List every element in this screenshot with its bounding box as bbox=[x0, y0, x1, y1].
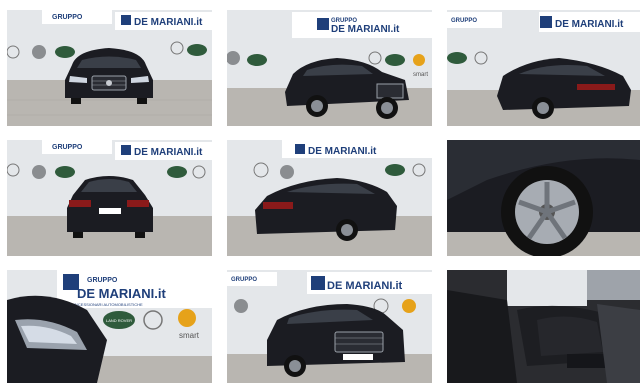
dealer-sign-line1: GRUPPO bbox=[87, 277, 118, 284]
volvo-logo bbox=[234, 299, 248, 313]
headlight-detail-photo: GRUPPO DE MARIANI.it CONCESSIONARI AUTOM… bbox=[7, 270, 212, 383]
volvo-logo bbox=[32, 45, 46, 59]
land-rover-logo bbox=[447, 52, 467, 64]
car-rear-three-quarter-photo: GRUPPO DE MARIANI.it bbox=[447, 10, 640, 126]
dealer-tagline: CONCESSIONARI AUTOMOBILISTICHE bbox=[69, 302, 143, 307]
dealer-sign-line2: DE MARIANI.it bbox=[308, 146, 377, 157]
photo-thumbnail-rear-seats-interior[interactable] bbox=[447, 270, 640, 383]
smart-logo bbox=[402, 299, 416, 313]
car-front-low-photo: GRUPPO DE MARIANI.it bbox=[227, 270, 432, 383]
dealer-sign-line2: DE MARIANI.it bbox=[327, 280, 403, 292]
dealer-sign-line2: DE MARIANI.it bbox=[134, 147, 203, 158]
photo-thumbnail-front-three-quarter-low[interactable]: GRUPPO DE MARIANI.it bbox=[227, 270, 432, 383]
land-rover-logo bbox=[247, 54, 267, 66]
land-rover-logo bbox=[385, 164, 405, 176]
smart-label: smart bbox=[179, 331, 200, 340]
photo-thumbnail-rear-three-quarter-right[interactable]: DE MARIANI.it bbox=[227, 140, 432, 256]
smart-label: smart bbox=[413, 72, 428, 78]
land-rover-logo bbox=[55, 166, 75, 178]
photo-thumbnail-front-three-quarter-left[interactable]: GRUPPO DE MARIANI.it smart bbox=[227, 10, 432, 126]
car-front-photo: GRUPPO DE MARIANI.it bbox=[7, 10, 212, 126]
dealer-sign-line1: GRUPPO bbox=[231, 277, 257, 283]
wheel-detail-photo bbox=[447, 140, 640, 256]
smart-logo bbox=[178, 309, 196, 327]
land-rover-label: LAND ROVER bbox=[106, 318, 132, 323]
car-front-three-quarter-photo: GRUPPO DE MARIANI.it smart bbox=[227, 10, 432, 126]
volvo-logo bbox=[32, 165, 46, 179]
dealer-sign-line2: DE MARIANI.it bbox=[134, 17, 203, 28]
dealer-sign-line1: GRUPPO bbox=[52, 144, 83, 151]
dealer-sign-line1: GRUPPO bbox=[52, 14, 83, 21]
interior-rear-seats-photo bbox=[447, 270, 640, 383]
photo-thumbnail-headlight-detail[interactable]: GRUPPO DE MARIANI.it CONCESSIONARI AUTOM… bbox=[7, 270, 212, 383]
photo-thumbnail-rear[interactable]: GRUPPO DE MARIANI.it bbox=[7, 140, 212, 256]
dealer-sign-line2: DE MARIANI.it bbox=[77, 286, 167, 301]
volvo-logo bbox=[280, 165, 294, 179]
photo-gallery: GRUPPO DE MARIANI.it GRUPPO DE MARIANI.i… bbox=[0, 0, 640, 383]
smart-logo bbox=[413, 54, 425, 66]
car-rear-right-photo: DE MARIANI.it bbox=[227, 140, 432, 256]
photo-thumbnail-front[interactable]: GRUPPO DE MARIANI.it bbox=[7, 10, 212, 126]
dealer-sign-line1: GRUPPO bbox=[451, 18, 477, 24]
dealer-sign-line2: DE MARIANI.it bbox=[331, 24, 400, 35]
dealer-sign-line2: DE MARIANI.it bbox=[555, 19, 624, 30]
photo-thumbnail-rear-three-quarter-left[interactable]: GRUPPO DE MARIANI.it bbox=[447, 10, 640, 126]
photo-thumbnail-wheel-detail[interactable] bbox=[447, 140, 640, 256]
land-rover-logo bbox=[55, 46, 75, 58]
car-rear-photo: GRUPPO DE MARIANI.it bbox=[7, 140, 212, 256]
